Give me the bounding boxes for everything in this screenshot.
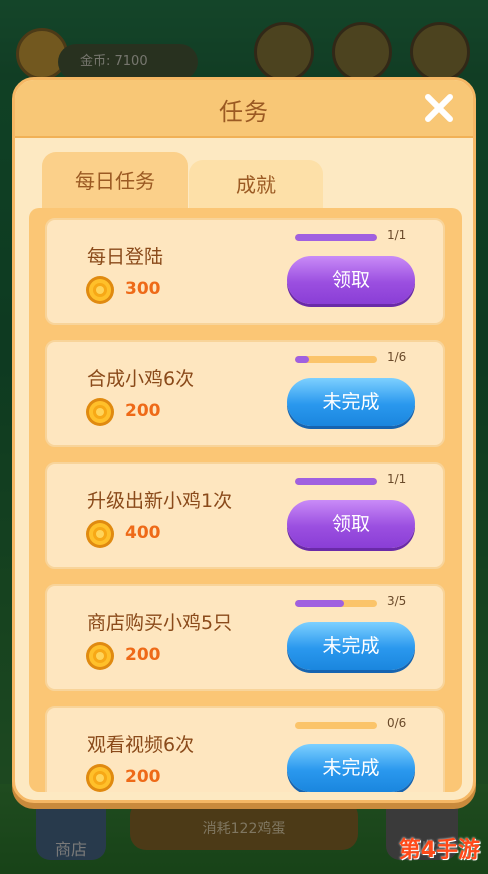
task-reward: 200 [125, 645, 161, 665]
task-progress-fill [295, 478, 377, 485]
task-progress-text: 3/5 [387, 594, 407, 608]
task-name: 升级出新小鸡1次 [87, 490, 233, 512]
task-progress-text: 1/1 [387, 472, 407, 486]
incomplete-button[interactable]: 未完成 [287, 744, 415, 792]
task-name: 观看视频6次 [87, 734, 195, 756]
task-name: 合成小鸡6次 [87, 368, 195, 390]
task-card: 观看视频6次 200 0/6 未完成 [45, 706, 445, 792]
watermark-logo: 第4手游 [398, 838, 480, 863]
incomplete-button[interactable]: 未完成 [287, 378, 415, 426]
task-progress-bar [295, 600, 377, 607]
task-card: 每日登陆 300 1/1 领取 [45, 218, 445, 325]
task-card: 商店购买小鸡5只 200 3/5 未完成 [45, 584, 445, 691]
coin-icon [85, 641, 115, 671]
task-progress-text: 0/6 [387, 716, 407, 730]
task-name: 商店购买小鸡5只 [87, 612, 233, 634]
task-progress-fill [295, 600, 345, 607]
coin-icon [85, 275, 115, 305]
task-reward: 200 [125, 767, 161, 787]
task-progress-text: 1/6 [387, 350, 407, 364]
task-reward: 300 [125, 279, 161, 299]
task-list[interactable]: 每日登陆 300 1/1 领取 合成小鸡6次 200 1/6 未完成 升级出新小鸡1次 400 1/… [29, 208, 462, 792]
task-progress-bar [295, 356, 377, 363]
claim-button[interactable]: 领取 [287, 256, 415, 304]
task-progress-bar [295, 722, 377, 729]
task-progress-bar [295, 478, 377, 485]
task-card: 合成小鸡6次 200 1/6 未完成 [45, 340, 445, 447]
coin-icon [85, 763, 115, 792]
task-progress-fill [295, 356, 309, 363]
dialog-header: 任务 [15, 80, 473, 138]
task-dialog: 任务 每日任务 成就 每日登陆 300 1/1 领取 合成小鸡6次 200 1/6 未完成 升级… [12, 77, 476, 803]
claim-button[interactable]: 领取 [287, 500, 415, 548]
coin-icon [85, 397, 115, 427]
incomplete-button[interactable]: 未完成 [287, 622, 415, 670]
close-icon[interactable] [421, 90, 457, 126]
task-reward: 200 [125, 401, 161, 421]
task-progress-fill [295, 234, 377, 241]
tab-achievements[interactable]: 成就 [189, 160, 323, 210]
task-progress-text: 1/1 [387, 228, 407, 242]
task-card: 升级出新小鸡1次 400 1/1 领取 [45, 462, 445, 569]
dialog-title: 任务 [219, 98, 269, 126]
coin-icon [85, 519, 115, 549]
task-progress-bar [295, 234, 377, 241]
task-reward: 400 [125, 523, 161, 543]
tab-daily-tasks[interactable]: 每日任务 [42, 152, 188, 210]
task-name: 每日登陆 [87, 246, 164, 268]
